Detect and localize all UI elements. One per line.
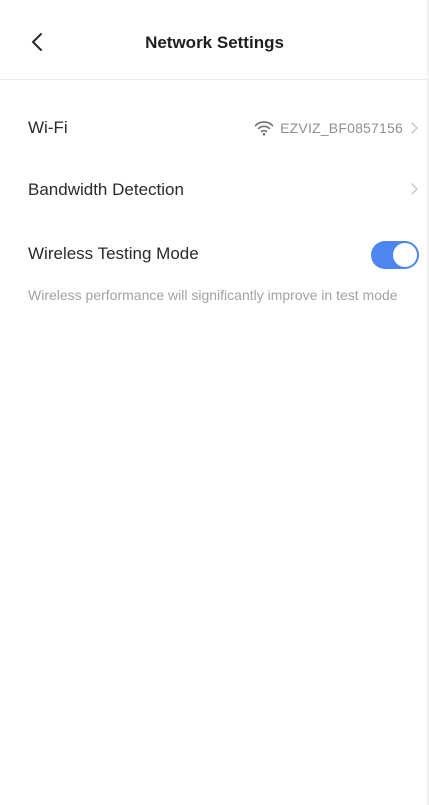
bandwidth-chevron-group <box>409 182 419 196</box>
wifi-row[interactable]: Wi-Fi EZVIZ_BF0857156 <box>0 104 429 154</box>
bandwidth-detection-label: Bandwidth Detection <box>28 180 184 199</box>
top-navigation-bar: Network Settings <box>0 0 429 80</box>
toggle-knob <box>393 243 417 267</box>
wifi-network-name: EZVIZ_BF0857156 <box>280 120 403 136</box>
bandwidth-detection-row[interactable]: Bandwidth Detection <box>0 166 429 216</box>
wifi-label: Wi-Fi <box>28 118 68 137</box>
wireless-testing-mode-label: Wireless Testing Mode <box>28 244 199 263</box>
wifi-icon <box>254 121 274 136</box>
wireless-testing-mode-toggle[interactable] <box>371 241 419 269</box>
wifi-value-group: EZVIZ_BF0857156 <box>254 120 419 136</box>
chevron-right-icon <box>411 183 418 195</box>
page-title: Network Settings <box>145 33 284 52</box>
wireless-testing-description: Wireless performance will significantly … <box>28 287 398 303</box>
wireless-testing-mode-row: Wireless Testing Mode <box>0 230 429 280</box>
chevron-right-icon <box>411 122 418 134</box>
